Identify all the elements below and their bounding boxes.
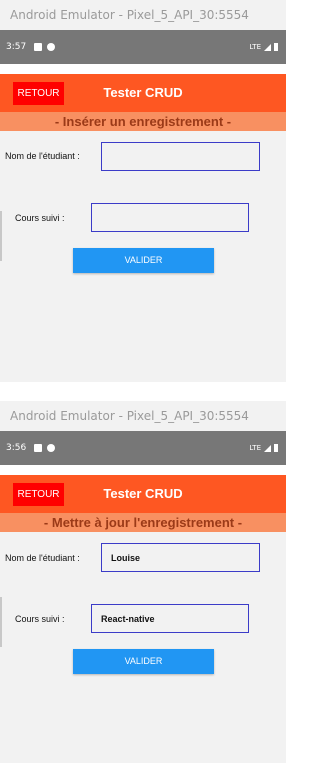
submit-button[interactable]: VALIDER xyxy=(73,649,214,674)
signal-icon xyxy=(264,444,271,452)
notification-icon xyxy=(34,43,43,51)
status-right: LTE xyxy=(249,43,278,51)
emulator-title: Android Emulator - Pixel_5_API_30:5554 xyxy=(0,0,286,30)
emulator-window-update: Android Emulator - Pixel_5_API_30:5554 3… xyxy=(0,401,286,763)
notification-icon xyxy=(34,444,43,452)
screen-subtitle: - Mettre à jour l'enregistrement - xyxy=(0,513,286,532)
screen-subtitle: - Insérer un enregistrement - xyxy=(0,112,286,131)
app-bar: RETOUR Tester CRUD xyxy=(0,74,286,112)
status-right: LTE xyxy=(249,444,278,452)
course-label: Cours suivi : xyxy=(15,614,65,624)
app-notification-icon xyxy=(47,444,56,452)
form-area: Nom de l'étudiant : Cours suivi : VALIDE… xyxy=(0,131,286,382)
app-title: Tester CRUD xyxy=(103,486,183,501)
network-label: LTE xyxy=(249,43,261,51)
status-time: 3:57 xyxy=(6,42,27,52)
app-notification-icon xyxy=(47,43,56,51)
battery-icon xyxy=(274,43,278,51)
battery-icon xyxy=(274,444,278,452)
network-label: LTE xyxy=(249,444,261,452)
status-bar: 3:57 LTE xyxy=(0,30,286,64)
student-name-input[interactable]: Louise xyxy=(101,543,260,572)
student-name-input[interactable] xyxy=(101,142,260,171)
student-name-label: Nom de l'étudiant : xyxy=(5,151,80,161)
signal-icon xyxy=(264,43,271,51)
status-time: 3:56 xyxy=(6,443,27,453)
side-mark xyxy=(0,211,2,261)
status-bar: 3:56 LTE xyxy=(0,431,286,465)
submit-button[interactable]: VALIDER xyxy=(73,248,214,273)
course-input[interactable] xyxy=(91,203,249,232)
course-input[interactable]: React-native xyxy=(91,604,249,633)
app-bar: RETOUR Tester CRUD xyxy=(0,475,286,513)
form-area: Nom de l'étudiant : Louise Cours suivi :… xyxy=(0,532,286,763)
emulator-window-insert: Android Emulator - Pixel_5_API_30:5554 3… xyxy=(0,0,286,382)
course-label: Cours suivi : xyxy=(15,213,65,223)
app-title: Tester CRUD xyxy=(103,85,183,100)
side-mark xyxy=(0,597,2,647)
student-name-label: Nom de l'étudiant : xyxy=(5,553,80,563)
emulator-title: Android Emulator - Pixel_5_API_30:5554 xyxy=(0,401,286,431)
